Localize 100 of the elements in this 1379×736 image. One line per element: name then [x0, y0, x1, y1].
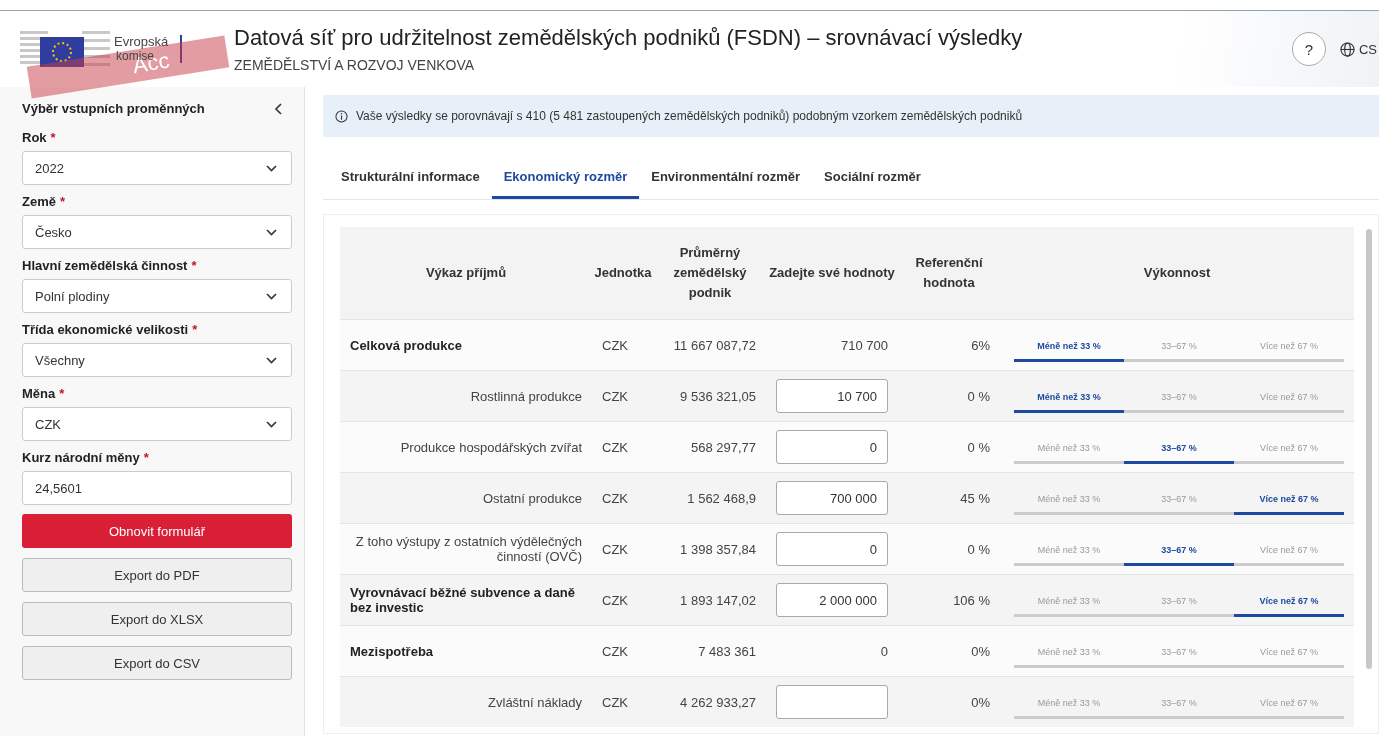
column-header: Výkonnost: [1000, 227, 1354, 320]
tab[interactable]: Ekonomický rozměr: [491, 161, 640, 199]
chevron-down-icon: [266, 356, 277, 364]
performance-segment: Více než 67 %: [1234, 379, 1344, 413]
table-cell: 710 700: [841, 337, 888, 353]
info-text: Vaše výsledky se porovnávají s 410 (5 481 zastoupených zemědělských podniků) podobným vzorkem zemědělských podniků: [356, 109, 1023, 123]
table-cell: Produkce hospodářských zvířat: [340, 421, 592, 473]
required-mark: *: [192, 322, 198, 337]
column-header: Průměrný zemědělský podnik: [654, 227, 766, 320]
value-input[interactable]: 2 000 000: [776, 583, 888, 617]
performance-segment: 33–67 %: [1124, 379, 1234, 413]
performance-segment: 33–67 %: [1124, 532, 1234, 566]
required-mark: *: [59, 386, 65, 401]
field-label: Kurz národní měny: [22, 450, 140, 465]
column-header: Referenční hodnota: [898, 227, 1000, 320]
table-cell: 1 562 468,9: [654, 472, 766, 524]
required-mark: *: [59, 194, 66, 209]
field-label: Třída ekonomické velikosti: [22, 322, 189, 337]
table-cell: CZK: [592, 523, 654, 575]
dropdown[interactable]: 2022: [22, 151, 292, 185]
chevron-down-icon: [266, 164, 277, 172]
value-input[interactable]: 0: [776, 532, 888, 566]
collapse-icon[interactable]: [274, 101, 284, 116]
export-button[interactable]: Export do CSV: [22, 646, 292, 680]
performance-segment: Více než 67 %: [1234, 583, 1344, 617]
performance-segment: Méně než 33 %: [1014, 379, 1124, 413]
field-label: Rok: [22, 130, 47, 145]
table-cell: 568 297,77: [654, 421, 766, 473]
performance-segment: 33–67 %: [1124, 430, 1234, 464]
performance-segment: Méně než 33 %: [1014, 481, 1124, 515]
sidebar-title: Výběr vstupních proměnných: [22, 101, 205, 116]
reset-button[interactable]: Obnovit formulář: [22, 514, 292, 548]
performance-segment: Více než 67 %: [1234, 481, 1344, 515]
dropdown[interactable]: Polní plodiny: [22, 279, 292, 313]
table-cell: Rostlinná produkce: [340, 370, 592, 422]
table-cell: 0: [880, 643, 888, 659]
performance-segment: 33–67 %: [1124, 583, 1234, 617]
performance-segment: Méně než 33 %: [1014, 430, 1124, 464]
language-button[interactable]: CS: [1339, 41, 1377, 57]
input-field[interactable]: 24,5601: [22, 471, 292, 505]
logo-text: Evropská: [114, 35, 169, 49]
performance-segment: Více než 67 %: [1234, 532, 1344, 566]
table-cell: 4 262 933,27: [654, 676, 766, 727]
tab[interactable]: Sociální rozměr: [812, 161, 933, 199]
table-cell: Vyrovnávací běžné subvence a daně bez investic: [340, 574, 592, 626]
performance-segment: 33–67 %: [1124, 634, 1234, 668]
performance-segment: Více než 67 %: [1234, 685, 1344, 719]
scrollbar[interactable]: [1366, 229, 1372, 669]
performance-segment: Méně než 33 %: [1014, 328, 1124, 362]
chevron-down-icon: [266, 228, 277, 236]
table-cell: 7 483 361: [654, 625, 766, 677]
export-button[interactable]: Export do PDF: [22, 558, 292, 592]
table-cell: CZK: [592, 472, 654, 524]
field-label: Hlavní zemědělská činnost: [22, 258, 188, 273]
table-cell: CZK: [592, 676, 654, 727]
column-header: Výkaz příjmů: [340, 227, 592, 320]
table-cell: 1 398 357,84: [654, 523, 766, 575]
dropdown[interactable]: CZK: [22, 407, 292, 441]
table-cell: 0 %: [898, 421, 1000, 473]
performance-segment: 33–67 %: [1124, 328, 1234, 362]
table-cell: 0%: [898, 625, 1000, 677]
chevron-down-icon: [266, 420, 277, 428]
table-cell: 0 %: [898, 370, 1000, 422]
table-cell: 1 893 147,02: [654, 574, 766, 626]
required-mark: *: [143, 450, 149, 465]
performance-segment: Více než 67 %: [1234, 430, 1344, 464]
performance-segment: Více než 67 %: [1234, 328, 1344, 362]
table-cell: Z toho výstupy z ostatních výdělečných činností (OVČ): [340, 523, 592, 575]
table-cell: 45 %: [898, 472, 1000, 524]
value-input[interactable]: 700 000: [776, 481, 888, 515]
table-cell: 9 536 321,05: [654, 370, 766, 422]
table-cell: 106 %: [898, 574, 1000, 626]
table-cell: CZK: [592, 574, 654, 626]
page-title: Datová síť pro udržitelnost zemědělských podniků (FSDN) – srovnávací výsledky: [234, 25, 1023, 51]
table-cell: 6%: [898, 319, 1000, 371]
column-header: Zadejte své hodnoty: [766, 227, 898, 320]
dropdown[interactable]: Česko: [22, 215, 292, 249]
column-header: Jednotka: [592, 227, 654, 320]
table-cell: 0%: [898, 676, 1000, 727]
performance-segment: Méně než 33 %: [1014, 634, 1124, 668]
table-cell: Ostatní produkce: [340, 472, 592, 524]
table-cell: Celková produkce: [340, 319, 592, 371]
performance-segment: Méně než 33 %: [1014, 532, 1124, 566]
table-cell: CZK: [592, 625, 654, 677]
info-icon: [335, 109, 348, 123]
performance-segment: Méně než 33 %: [1014, 583, 1124, 617]
page-subtitle: ZEMĚDĚLSTVÍ A ROZVOJ VENKOVA: [234, 57, 476, 73]
table-cell: Zvláštní náklady: [340, 676, 592, 727]
field-label: Země: [22, 194, 56, 209]
tab[interactable]: Strukturální informace: [329, 161, 492, 199]
export-button[interactable]: Export do XLSX: [22, 602, 292, 636]
tab[interactable]: Environmentální rozměr: [639, 161, 813, 199]
required-mark: *: [191, 258, 197, 273]
value-input[interactable]: 0: [776, 430, 888, 464]
value-input[interactable]: [776, 685, 888, 719]
help-button[interactable]: ?: [1291, 32, 1326, 66]
value-input[interactable]: 10 700: [776, 379, 888, 413]
table-cell: CZK: [592, 370, 654, 422]
dropdown[interactable]: Všechny: [22, 343, 292, 377]
table-cell: 11 667 087,72: [654, 319, 766, 371]
